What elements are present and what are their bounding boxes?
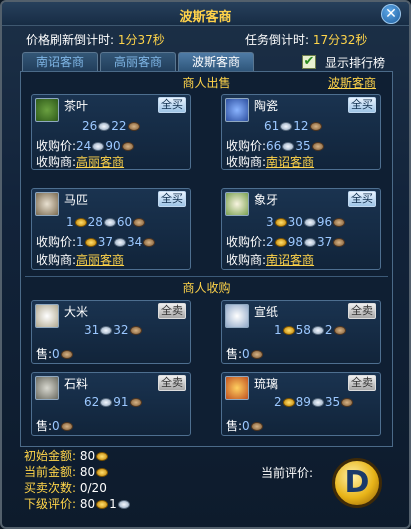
trade-count-row: 买卖次数: 0/20 [24, 481, 107, 495]
tab-goryeo[interactable]: 高丽客商 [100, 52, 176, 71]
window-title: 波斯客商 [179, 10, 232, 25]
buy-card-glaze: 琉璃 全卖 2 89 35 售:0 [221, 372, 381, 436]
stats-block: 初始金额: 80 当前金额: 80 买卖次数: 0/20 下级评价: 80 1 [24, 448, 131, 512]
glass-icon [225, 376, 249, 400]
buy-all-button[interactable]: 全买 [158, 191, 186, 207]
sell-card-horse: 马匹 全买 1 28 60 收购价:1 37 34 收购商:高丽客商 [31, 188, 191, 270]
next-rating-row: 下级评价: 80 1 [24, 496, 131, 512]
buy-price-row: 收购价:66 35 [226, 137, 325, 154]
sell-price: 61 12 [264, 119, 323, 133]
tab-persia[interactable]: 波斯客商 [178, 52, 254, 72]
buy-price-row: 收购价:2 98 37 [226, 233, 346, 250]
rating-badge-icon: D [332, 458, 382, 508]
porcelain-icon [225, 98, 249, 122]
task-timer-value: 17分32秒 [312, 33, 368, 47]
buy-price-row: 收购价:24 90 [36, 137, 135, 154]
tea-icon [35, 98, 59, 122]
sell-card-tea: 茶叶 全买 26 22 收购价:24 90 收购商:高丽客商 [31, 94, 191, 170]
merchant-link[interactable]: 高丽客商 [76, 253, 124, 267]
merchant-link[interactable]: 南诏客商 [266, 155, 314, 169]
sell-price: 3 30 96 [266, 215, 346, 229]
merchant-link[interactable]: 波斯客商 [328, 74, 376, 91]
buy-all-button[interactable]: 全买 [348, 97, 376, 113]
trade-window: 波斯客商 ✕ 价格刷新倒计时: 1分37秒 任务倒计时: 17分32秒 南诏客商… [0, 0, 411, 529]
close-icon[interactable]: ✕ [381, 4, 401, 24]
sell-count-row: 售:0 [36, 345, 74, 362]
sell-price: 26 22 [82, 119, 141, 133]
merchant-link[interactable]: 南诏客商 [266, 253, 314, 267]
buy-card-stone: 石料 全卖 62 91 售:0 [31, 372, 191, 436]
rice-icon [35, 304, 59, 328]
buy-price-row: 收购价:1 37 34 [36, 233, 156, 250]
buy-price: 2 89 35 [274, 395, 354, 409]
title-bar: 波斯客商 ✕ [2, 2, 409, 26]
buy-all-button[interactable]: 全买 [158, 97, 186, 113]
item-name: 象牙 [254, 193, 279, 207]
buy-price: 1 58 2 [274, 323, 347, 337]
ranking-checkbox[interactable]: ✔ [302, 55, 316, 69]
item-name: 茶叶 [64, 99, 89, 113]
sell-count-row: 售:0 [226, 417, 264, 434]
merchant-row: 收购商:南诏客商 [226, 253, 315, 267]
price-refresh-label: 价格刷新倒计时: [26, 33, 115, 47]
buy-section-title: 商人收购 [182, 281, 231, 295]
sell-all-button[interactable]: 全卖 [348, 303, 376, 319]
initial-amount-row: 初始金额: 80 [24, 448, 131, 464]
merchant-link[interactable]: 高丽客商 [76, 155, 124, 169]
timers-row: 价格刷新倒计时: 1分37秒 任务倒计时: 17分32秒 [26, 31, 395, 47]
merchant-row: 收购商:高丽客商 [36, 155, 125, 169]
sell-count-row: 售:0 [36, 417, 74, 434]
merchant-row: 收购商:南诏客商 [226, 155, 315, 169]
task-timer-label: 任务倒计时: [245, 33, 310, 47]
tab-nanzhao[interactable]: 南诏客商 [22, 52, 98, 71]
buy-card-rice: 大米 全卖 31 32 售:0 [31, 300, 191, 364]
price-refresh-value: 1分37秒 [117, 33, 165, 47]
buy-all-button[interactable]: 全买 [348, 191, 376, 207]
item-name: 石料 [64, 377, 89, 391]
ranking-label: 显示排行榜 [325, 56, 386, 70]
buy-card-paper: 宣纸 全卖 1 58 2 售:0 [221, 300, 381, 364]
item-name: 宣纸 [254, 305, 279, 319]
divider [25, 276, 388, 277]
merchant-row: 收购商:高丽客商 [36, 253, 125, 267]
current-amount-row: 当前金额: 80 [24, 464, 131, 480]
stone-icon [35, 376, 59, 400]
item-name: 大米 [64, 305, 89, 319]
item-name: 陶瓷 [254, 99, 279, 113]
item-name: 琉璃 [254, 377, 279, 391]
sell-all-button[interactable]: 全卖 [158, 375, 186, 391]
trade-panel: 商人出售 波斯客商 茶叶 全买 26 22 收购价:24 90 收购商:高丽客商 陶… [20, 71, 393, 447]
horse-icon [35, 192, 59, 216]
item-name: 马匹 [64, 193, 89, 207]
sell-card-porcelain: 陶瓷 全买 61 12 收购价:66 35 收购商:南诏客商 [221, 94, 381, 170]
sell-card-ivory: 象牙 全买 3 30 96 收购价:2 98 37 收购商:南诏客商 [221, 188, 381, 270]
sell-all-button[interactable]: 全卖 [158, 303, 186, 319]
current-rating-label: 当前评价: [261, 466, 314, 480]
ivory-icon [225, 192, 249, 216]
sell-count-row: 售:0 [226, 345, 264, 362]
buy-price: 31 32 [84, 323, 143, 337]
sell-price: 1 28 60 [66, 215, 146, 229]
paper-icon [225, 304, 249, 328]
buy-price: 62 91 [84, 395, 143, 409]
sell-all-button[interactable]: 全卖 [348, 375, 376, 391]
